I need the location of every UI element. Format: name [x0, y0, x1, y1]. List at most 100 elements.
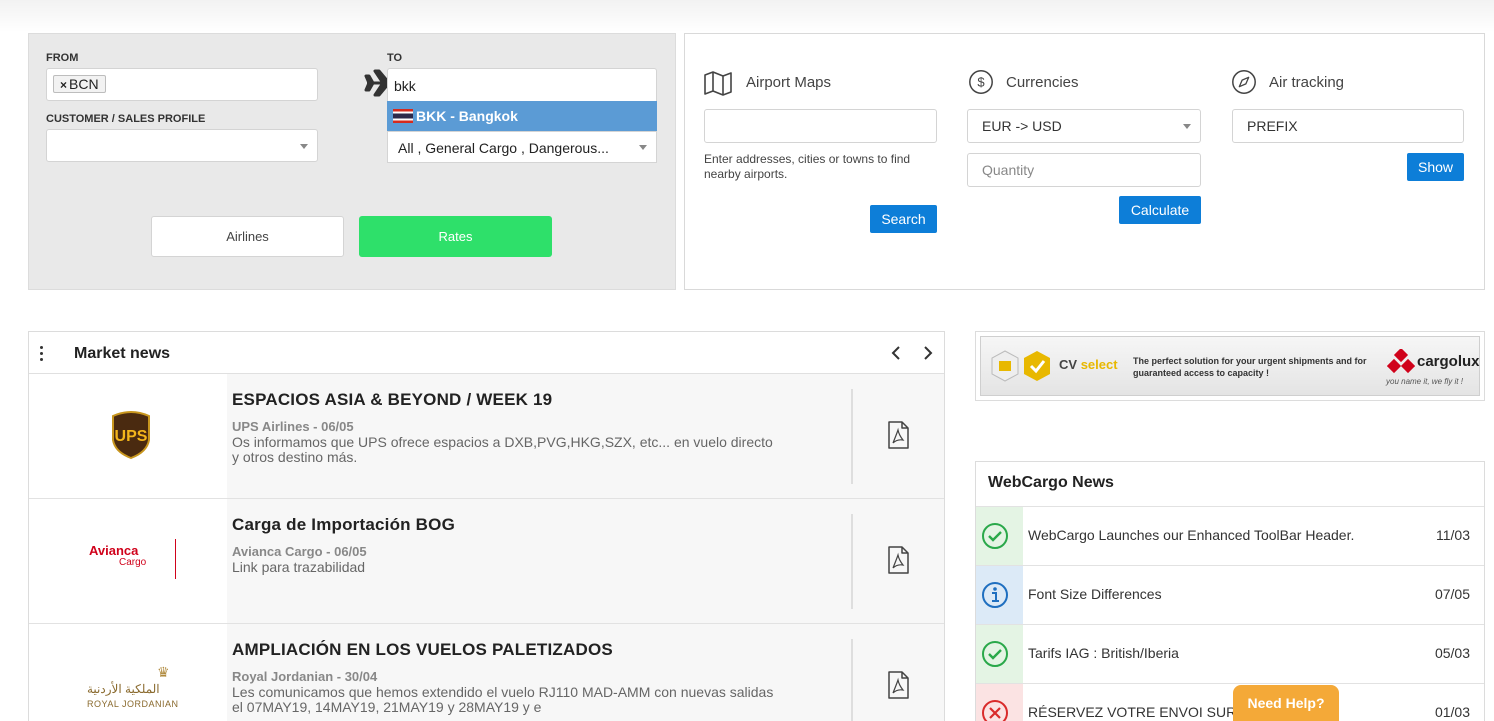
airport-maps-title: Airport Maps	[746, 74, 832, 91]
banner-tagline: The perfect solution for your urgent shi…	[1133, 356, 1367, 378]
show-button[interactable]: Show	[1407, 153, 1464, 181]
to-input[interactable]: bkk	[387, 68, 657, 102]
news-source: Avianca Cargo - 06/05	[232, 544, 367, 559]
dollar-icon: $	[969, 70, 993, 94]
list-item[interactable]: Font Size Differences 07/05	[976, 565, 1484, 625]
currency-pair-select[interactable]: EUR -> USD	[967, 109, 1201, 143]
check-circle-icon	[982, 641, 1008, 667]
list-item[interactable]: Tarifs IAG : British/Iberia 05/03	[976, 624, 1484, 684]
cargolux-brand: cargolux	[1417, 353, 1480, 370]
market-news-title: Market news	[74, 345, 171, 362]
royal-jordanian-logo: ♛ الملكية الأردنية ROYAL JORDANIAN	[29, 624, 227, 721]
news-date: 11/03	[1436, 527, 1470, 543]
from-token[interactable]: × BCN	[53, 75, 106, 93]
news-date: 07/05	[1434, 586, 1470, 602]
market-news-panel: Market news UPS ESPACIOS ASIA & BEYOND /…	[28, 331, 945, 721]
avianca-logo: Avianca Cargo	[29, 499, 227, 623]
from-token-label: BCN	[69, 76, 99, 92]
need-help-button[interactable]: Need Help?	[1233, 685, 1339, 721]
news-body: AMPLIACIÓN EN LOS VUELOS PALETIZADOS Roy…	[227, 624, 944, 721]
from-label: FROM	[46, 52, 79, 64]
cargo-type-select[interactable]: All , General Cargo , Dangerous...	[387, 131, 657, 163]
banner-ad: CV select The perfect solution for your …	[980, 336, 1480, 396]
calculate-button[interactable]: Calculate	[1119, 196, 1201, 224]
currency-pair-value: EUR -> USD	[982, 118, 1062, 134]
news-source: UPS Airlines - 06/05	[232, 419, 354, 434]
divider	[851, 514, 853, 609]
rj-logo-text: ROYAL JORDANIAN	[87, 699, 179, 709]
status-cell	[976, 625, 1023, 684]
webcargo-news-title: WebCargo News	[988, 474, 1114, 491]
tools-panel: Airport Maps Enter addresses, cities or …	[684, 33, 1485, 290]
chevron-down-icon	[300, 143, 308, 149]
market-news-header: Market news	[29, 332, 944, 374]
customer-label: CUSTOMER / SALES PROFILE	[46, 113, 206, 125]
ups-logo: UPS	[29, 374, 227, 498]
awb-prefix-input[interactable]: PREFIX	[1232, 109, 1464, 143]
ups-shield-icon: UPS	[112, 411, 150, 460]
news-body: Carga de Importación BOG Avianca Cargo -…	[227, 499, 944, 623]
chevron-left-icon[interactable]	[889, 345, 903, 361]
news-body: ESPACIOS ASIA & BEYOND / WEEK 19 UPS Air…	[227, 374, 944, 498]
cv-select-text: CV select	[1059, 357, 1118, 372]
news-item[interactable]: Avianca Cargo Carga de Importación BOG A…	[29, 499, 944, 624]
news-text: Os informamos que UPS ofrece espacios a …	[232, 434, 773, 465]
divider	[175, 539, 176, 579]
quantity-input[interactable]: Quantity	[967, 153, 1201, 187]
top-bar	[0, 0, 1494, 32]
search-button[interactable]: Search	[870, 205, 937, 233]
to-option-label: BKK - Bangkok	[416, 108, 518, 124]
divider	[851, 639, 853, 721]
info-circle-icon	[982, 582, 1008, 608]
webcargo-news-panel: WebCargo News WebCargo Launches our Enha…	[975, 461, 1485, 721]
news-text: Link para trazabilidad	[232, 559, 366, 575]
from-input[interactable]: × BCN	[46, 68, 318, 101]
customer-select[interactable]	[46, 129, 318, 162]
cargolux-tagline: you name it, we fly it !	[1386, 377, 1463, 386]
avianca-logo-text: Avianca	[89, 543, 139, 558]
status-cell	[976, 507, 1023, 566]
avianca-logo-sub: Cargo	[119, 557, 147, 568]
airlines-button[interactable]: Airlines	[151, 216, 344, 257]
news-text: RÉSERVEZ VOTRE ENVOI SUR	[1028, 704, 1237, 720]
rate-search-panel: FROM × BCN TO bkk BKK - Bangkok CUSTOMER …	[28, 33, 676, 290]
cv-label: CV	[1059, 357, 1078, 372]
list-item[interactable]: RÉSERVEZ VOTRE ENVOI SUR 01/03	[976, 683, 1484, 721]
map-icon	[704, 71, 732, 96]
news-item[interactable]: UPS ESPACIOS ASIA & BEYOND / WEEK 19 UPS…	[29, 374, 944, 499]
compass-icon	[1232, 70, 1256, 94]
divider	[851, 389, 853, 484]
chevron-down-icon	[639, 145, 647, 150]
rates-button[interactable]: Rates	[359, 216, 552, 257]
cargolux-logo-icon	[1387, 349, 1415, 374]
news-text: Font Size Differences	[1028, 586, 1162, 602]
news-item[interactable]: ♛ الملكية الأردنية ROYAL JORDANIAN AMPLI…	[29, 624, 944, 721]
status-cell	[976, 566, 1023, 625]
list-item[interactable]: WebCargo Launches our Enhanced ToolBar H…	[976, 506, 1484, 566]
pdf-icon[interactable]	[887, 546, 909, 574]
news-text: WebCargo Launches our Enhanced ToolBar H…	[1028, 527, 1355, 543]
to-label: TO	[387, 52, 403, 64]
rj-logo-arabic: الملكية الأردنية	[87, 682, 160, 696]
currencies-title: Currencies	[1006, 74, 1079, 91]
news-title: Carga de Importación BOG	[232, 515, 456, 534]
airport-maps-hint: Enter addresses, cities or towns to find…	[704, 152, 911, 181]
token-remove-icon[interactable]: ×	[60, 78, 67, 92]
pdf-icon[interactable]	[887, 421, 909, 449]
chevron-down-icon	[1183, 124, 1191, 129]
svg-text:$: $	[977, 75, 985, 90]
cargolux-banner[interactable]: CV select The perfect solution for your …	[975, 331, 1485, 401]
chevron-right-icon[interactable]	[921, 345, 935, 361]
news-source: Royal Jordanian - 30/04	[232, 669, 378, 684]
news-date: 01/03	[1434, 704, 1470, 720]
to-option-bkk[interactable]: BKK - Bangkok	[387, 101, 657, 131]
airport-maps-input[interactable]	[704, 109, 937, 143]
news-text: Tarifs IAG : British/Iberia	[1028, 645, 1179, 661]
news-title: AMPLIACIÓN EN LOS VUELOS PALETIZADOS	[232, 640, 613, 659]
thailand-flag-icon	[393, 109, 413, 123]
pdf-icon[interactable]	[887, 671, 909, 699]
cargo-type-value: All , General Cargo , Dangerous...	[398, 140, 609, 156]
check-circle-icon	[982, 523, 1008, 549]
more-vertical-icon[interactable]	[40, 346, 44, 362]
svg-text:UPS: UPS	[115, 428, 148, 445]
